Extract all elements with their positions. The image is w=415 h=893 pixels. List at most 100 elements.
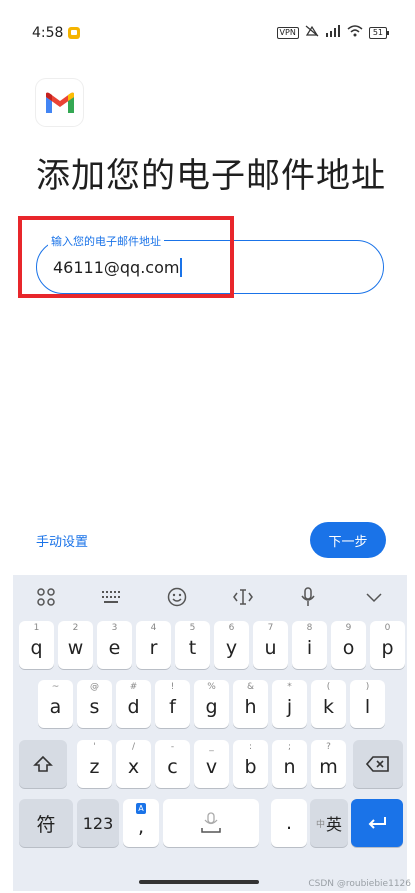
key-r[interactable]: 4r [136, 621, 171, 669]
signal-icon [325, 25, 341, 40]
key-hint: % [207, 682, 216, 692]
key-k[interactable]: (k [311, 680, 346, 728]
key-label: g [205, 696, 218, 718]
key-hint: : [248, 742, 253, 752]
key-z[interactable]: ' z [77, 740, 112, 788]
key-h[interactable]: & h [233, 680, 268, 728]
keyboard-toolbar [13, 580, 407, 614]
key-hint: 9 [345, 623, 352, 633]
key-g[interactable]: % g [194, 680, 229, 728]
key-label: d [127, 696, 140, 718]
key-j[interactable]: * j [272, 680, 307, 728]
keyboard-icon[interactable] [96, 582, 126, 612]
key-label: j [286, 696, 293, 718]
comma-key[interactable]: A , [123, 799, 159, 847]
key-label: k [322, 696, 334, 718]
key-w[interactable]: 2w [58, 621, 93, 669]
key-hint: ~ [51, 682, 60, 692]
numbers-key-label: 123 [82, 813, 114, 833]
shift-icon [33, 755, 53, 772]
numbers-key[interactable]: 123 [77, 799, 119, 847]
key-label: n [283, 756, 296, 778]
wifi-icon [347, 25, 363, 40]
key-v[interactable]: _ v [194, 740, 229, 788]
key-label: p [381, 637, 394, 659]
collapse-icon[interactable] [359, 582, 389, 612]
cursor-icon[interactable] [228, 582, 258, 612]
key-hint: ' [93, 742, 96, 752]
key-t[interactable]: 5t [175, 621, 210, 669]
key-x[interactable]: / x [116, 740, 151, 788]
key-hint: * [287, 682, 292, 692]
key-u[interactable]: 7u [253, 621, 288, 669]
key-label: r [149, 637, 158, 659]
notification-icon [68, 27, 80, 39]
key-hint: ( [326, 682, 331, 692]
key-hint: 6 [228, 623, 235, 633]
key-label: y [225, 637, 238, 659]
status-time: 4:58 [32, 25, 64, 41]
shift-key[interactable] [19, 740, 67, 788]
space-key[interactable] [163, 799, 259, 847]
key-hint: ; [287, 742, 292, 752]
grid-icon[interactable] [31, 582, 61, 612]
mute-icon [305, 25, 319, 40]
key-label: i [306, 637, 313, 659]
key-y[interactable]: 6y [214, 621, 249, 669]
key-o[interactable]: 9o [331, 621, 366, 669]
home-indicator[interactable] [139, 880, 259, 884]
key-label: t [188, 637, 197, 659]
key-hint: @ [90, 682, 99, 692]
key-label: a [49, 696, 62, 718]
language-switch-key[interactable]: 中 英 [310, 799, 348, 847]
enter-key[interactable] [351, 799, 403, 847]
key-i[interactable]: 8i [292, 621, 327, 669]
key-label: f [169, 696, 176, 718]
key-hint: & [246, 682, 255, 692]
symbols-key[interactable]: 符 [19, 799, 73, 847]
key-hint: - [170, 742, 175, 752]
key-hint: 3 [111, 623, 118, 633]
manual-setup-link[interactable]: 手动设置 [36, 531, 88, 550]
mic-icon[interactable] [293, 582, 323, 612]
comma-key-label: , [137, 816, 145, 838]
period-key[interactable]: . [271, 799, 307, 847]
watermark: CSDN @roubiebie1126 [308, 879, 411, 889]
lang-label: 英 [326, 815, 343, 834]
key-a[interactable]: ~ a [38, 680, 73, 728]
key-label: w [67, 637, 84, 659]
backspace-icon [366, 756, 389, 772]
key-n[interactable]: ; n [272, 740, 307, 788]
key-b[interactable]: :b [233, 740, 268, 788]
key-hint: ? [326, 742, 331, 752]
key-q[interactable]: 1q [19, 621, 54, 669]
key-label: v [205, 756, 218, 778]
key-s[interactable]: @ s [77, 680, 112, 728]
key-label: m [319, 756, 338, 778]
key-label: c [167, 756, 178, 778]
highlight-annotation [18, 216, 234, 298]
key-label: e [108, 637, 121, 659]
backspace-key[interactable] [353, 740, 403, 788]
emoji-icon[interactable] [162, 582, 192, 612]
key-c[interactable]: -c [155, 740, 190, 788]
key-l[interactable]: ) l [350, 680, 385, 728]
key-label: l [364, 696, 371, 718]
key-label: q [30, 637, 43, 659]
key-f[interactable]: ! f [155, 680, 190, 728]
battery-icon: 51 [368, 26, 390, 39]
key-p[interactable]: 0p [370, 621, 405, 669]
key-hint: _ [209, 742, 214, 752]
key-label: o [342, 637, 355, 659]
key-hint: 0 [384, 623, 391, 633]
comma-badge: A [136, 803, 146, 814]
key-m[interactable]: ? m [311, 740, 346, 788]
key-label: z [89, 756, 100, 778]
key-e[interactable]: 3e [97, 621, 132, 669]
key-d[interactable]: # d [116, 680, 151, 728]
vpn-icon: VPN [276, 26, 299, 39]
status-icons: VPN 51 [276, 25, 390, 40]
next-button[interactable]: 下一步 [310, 522, 386, 558]
lang-small-label: 中 [315, 819, 325, 830]
key-hint: # [129, 682, 138, 692]
